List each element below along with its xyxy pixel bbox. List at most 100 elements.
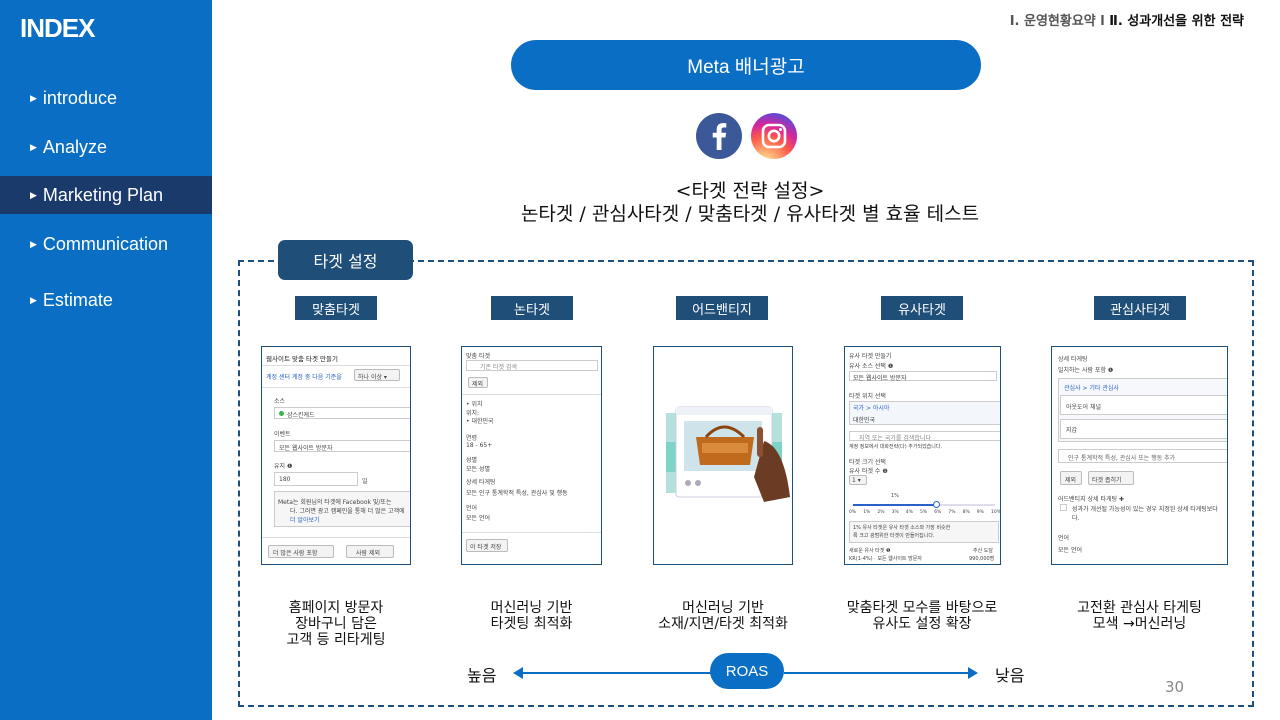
desc-line: 고객 등 리타게팅 xyxy=(286,632,386,648)
shot-text: 18 - 65+ xyxy=(466,442,493,449)
sidebar-item-analyze[interactable]: ▶ Analyze xyxy=(0,128,212,166)
slide: INDEX ▶ introduce ▶ Analyze ▶ Marketing … xyxy=(0,0,1280,720)
slider-tick-label: 4% xyxy=(905,510,913,515)
shot-text: 타겟 위치 선택 xyxy=(849,393,886,400)
slider-tick-label: 8% xyxy=(962,510,970,515)
shot-text: • 대한민국 xyxy=(466,418,494,425)
shot-text: 990,000명 xyxy=(969,556,995,562)
roas-low-label: 낮음 xyxy=(995,666,1025,685)
shot-text: 다. xyxy=(1072,515,1080,522)
triangle-icon: ▶ xyxy=(30,141,37,152)
shot-text: 어드밴티지 상세 타게팅 ✚ xyxy=(1058,496,1124,503)
roas-line-left xyxy=(521,672,711,674)
shot-button: 타겟 좁히기 xyxy=(1092,477,1122,484)
facebook-icon xyxy=(696,113,742,159)
sidebar-item-label: Estimate xyxy=(42,289,113,310)
arrow-right-icon xyxy=(968,667,978,679)
breadcrumb: Ⅰ. 운영현황요약 l Ⅱ. 성과개선을 위한 전략 xyxy=(1010,10,1244,29)
shot-title: 상세 타게팅 xyxy=(1058,356,1088,363)
sidebar-item-introduce[interactable]: ▶ introduce xyxy=(0,79,212,117)
slider-tick-label: 0% xyxy=(849,510,857,515)
shot-button: 제외 xyxy=(472,381,484,388)
slider-tick-label: 10% xyxy=(991,510,1001,515)
sidebar-item-label: Marketing Plan xyxy=(42,184,163,205)
shot-text: 대한민국 xyxy=(853,417,876,424)
shot-text: 추산 도달 xyxy=(973,548,993,554)
shot-button: 사람 제외 xyxy=(356,550,380,557)
sidebar-item-label: introduce xyxy=(42,87,117,108)
shot-text: 타겟 크기 선택 xyxy=(849,459,886,466)
desc-line: 장바구니 담은 xyxy=(295,616,377,632)
desc-advantage: 머신러닝 기반 소재/지면/타겟 최적화 xyxy=(638,600,808,632)
roas-high-label: 높음 xyxy=(467,666,497,685)
shot-value: 일 xyxy=(362,478,368,485)
shot-note: 1% 유사 타겟은 유사 타겟 소스와 가장 비슷한 xyxy=(853,525,951,531)
sidebar-title: INDEX xyxy=(20,13,95,43)
shot-search: 지역 또는 국가를 검색합니다 xyxy=(859,435,931,442)
lookalike-target-screenshot: 유사 타겟 만들기 유사 소스 선택 ❶ 모든 웹사이트 방문자 타겟 위치 선… xyxy=(844,346,1001,565)
roas-line-right xyxy=(784,672,970,674)
instagram-icon xyxy=(751,113,797,159)
shot-text: 모든 성별 xyxy=(466,466,490,473)
slider-tick-label: 6% xyxy=(934,510,942,515)
shot-text: KR(1-4%) · 모든 웹사이트 방문자 xyxy=(849,556,922,562)
shot-text: 모든 언어 xyxy=(1058,547,1082,554)
shot-label: 유지 ❶ xyxy=(274,463,293,470)
desc-interest-target: 고전환 관심사 타게팅 모색 →머신러닝 xyxy=(1051,600,1228,632)
desc-line: 고전환 관심사 타게팅 xyxy=(1077,600,1202,616)
desc-line: 맞춤타겟 모수를 바탕으로 xyxy=(846,600,998,616)
shot-note: 다. 그러면 광고 캠페인을 통해 더 많은 고객에 xyxy=(290,508,405,515)
sidebar-item-label: Analyze xyxy=(42,136,107,157)
shot-select: 1 ▾ xyxy=(852,477,861,484)
shot-button: 이 타겟 저장 xyxy=(470,544,502,551)
desc-line: 머신러닝 기반 xyxy=(490,600,573,616)
label-non-target: 논타겟 xyxy=(491,296,573,320)
page-title: Meta 배너광고 xyxy=(511,40,981,90)
label-custom-target: 맞춤타겟 xyxy=(295,296,377,320)
interest-target-screenshot: 상세 타게팅 일치하는 사람 포함 ❶ 관심사 > 기타 관심사 아웃도어 채널… xyxy=(1051,346,1228,565)
shot-value: 모든 웹사이트 방문자 xyxy=(279,445,333,452)
triangle-icon: ▶ xyxy=(30,238,37,249)
shot-text: 성별 xyxy=(466,457,478,464)
slider-tick-label: 7% xyxy=(948,510,956,515)
shot-text: • 위치 xyxy=(466,401,483,408)
sidebar-item-communication[interactable]: ▶ Communication xyxy=(0,225,212,263)
target-settings-tab: 타겟 설정 xyxy=(278,240,413,280)
breadcrumb-part-2: Ⅱ. 성과개선을 위한 전략 xyxy=(1109,14,1244,29)
shot-text: 유사 타겟 수 ❶ xyxy=(849,468,888,475)
strategy-subheading: 논타겟 / 관심사타겟 / 맞춤타겟 / 유사타겟 별 효율 테스트 xyxy=(520,203,980,225)
shot-text: 새로운 유사 타겟 ❶ xyxy=(849,548,891,554)
slider-tick-label: 1% xyxy=(863,510,871,515)
desc-custom-target: 홈페이지 방문자 장바구니 담은 고객 등 리타게팅 xyxy=(261,600,411,648)
shot-slider-label: 1% xyxy=(891,493,899,499)
custom-target-screenshot: 웹사이트 맞춤 타겟 만들기 계정 센터 계정 중 다음 기준을 하나 이상 ▾… xyxy=(261,346,411,565)
advantage-illustration xyxy=(666,406,790,502)
shot-text: 일치하는 사람 포함 ❶ xyxy=(1058,367,1114,374)
triangle-icon: ▶ xyxy=(30,92,37,103)
shot-text: 언어 xyxy=(466,505,478,512)
shot-search: 기존 타겟 검색 xyxy=(480,364,517,371)
sidebar-item-estimate[interactable]: ▶ Estimate xyxy=(0,281,212,319)
shot-text: 모든 언어 xyxy=(466,515,490,522)
desc-line: 타겟팅 최적화 xyxy=(490,616,573,632)
shot-text: 성과가 개선될 가능성이 있는 경우 지정된 상세 타게팅보다 xyxy=(1072,506,1218,513)
shot-value: 샴스킨케드 xyxy=(287,412,315,419)
shot-note: Meta는 회원님의 타겟에 Facebook 및/또는 xyxy=(278,499,392,506)
shot-title: 웹사이트 맞춤 타겟 만들기 xyxy=(266,355,338,363)
advantage-screenshot xyxy=(653,346,793,565)
shot-note: 록 크고 광범위한 타겟이 만들어집니다. xyxy=(853,533,935,539)
shot-button: 더 많은 사람 포함 xyxy=(273,550,318,557)
slider-tick-label: 2% xyxy=(877,510,885,515)
desc-line: 머신러닝 기반 xyxy=(682,600,764,616)
sidebar: INDEX ▶ introduce ▶ Analyze ▶ Marketing … xyxy=(0,0,212,720)
shot-text: 모든 인구 통계학적 특성, 관심사 및 행동 xyxy=(466,490,568,497)
desc-line: 홈페이지 방문자 xyxy=(288,600,384,616)
desc-line: 유사도 설정 확장 xyxy=(872,616,972,632)
shot-hint: 계정 정보에서 대화전략(다) 추가되었습니다. xyxy=(849,444,943,450)
sidebar-item-marketing-plan[interactable]: ▶ Marketing Plan xyxy=(0,176,212,214)
shot-text: 유사 소스 선택 ❶ xyxy=(849,363,894,370)
shot-select: 하나 이상 ▾ xyxy=(358,374,387,381)
shot-title: 맞춤 타겟 xyxy=(466,353,490,360)
label-advantage: 어드밴티지 xyxy=(676,296,768,320)
desc-line: 소재/지면/타겟 최적화 xyxy=(658,616,788,632)
